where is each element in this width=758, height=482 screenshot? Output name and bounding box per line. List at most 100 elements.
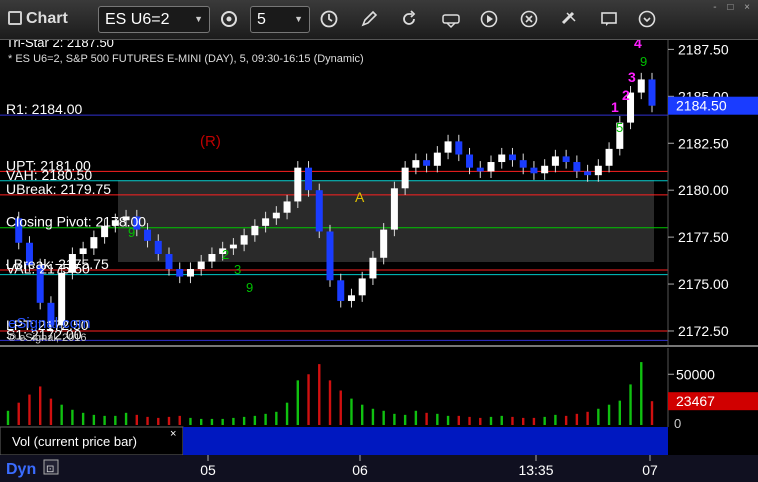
volume-bar [242, 416, 246, 425]
candle-body [197, 261, 205, 270]
candle-body [498, 154, 506, 163]
volume-bar [511, 416, 514, 425]
volume-bar [554, 414, 557, 425]
price-tick-label: 2187.50 [678, 41, 729, 57]
study-line: Tri-Star 2: 2187.50 [6, 40, 114, 50]
candle-body [380, 229, 388, 258]
level-label: UBreak: 2179.75 [6, 181, 111, 197]
alert-icon[interactable] [518, 9, 540, 31]
volume-bar [296, 380, 299, 425]
volume-bar [167, 416, 171, 425]
candle-body [476, 167, 484, 172]
candle-body [466, 154, 474, 168]
volume-bar [446, 415, 450, 425]
candle-body [573, 162, 581, 172]
candle-body [90, 237, 98, 249]
volume-bar [629, 384, 632, 425]
candle-body [530, 167, 538, 174]
volume-bar [597, 408, 600, 425]
count-label: 9 [640, 54, 647, 69]
settings-icon[interactable] [218, 9, 240, 31]
window-title[interactable]: Chart [8, 10, 68, 28]
count-label: 5 [616, 120, 623, 135]
volume-ticks: 50000 [668, 366, 715, 382]
level-label: R1: 2184.00 [6, 101, 82, 117]
play-icon[interactable] [478, 9, 500, 31]
candle-body [584, 171, 592, 176]
volume-bar [640, 362, 643, 425]
volume-tick-label: 50000 [676, 366, 715, 382]
time-tick-label: 07 [642, 462, 658, 478]
interval-selector[interactable]: 5 ▼ [250, 6, 310, 33]
price-tick-label: 2182.50 [678, 135, 729, 151]
time-tick-label: 13:35 [518, 462, 553, 478]
chevron-down-icon[interactable]: ▼ [194, 7, 203, 32]
candle-body [358, 278, 366, 296]
volume-bar [500, 415, 503, 425]
candle-body [176, 269, 184, 277]
symbol-selector[interactable]: ES U6=2 ▼ [98, 6, 210, 33]
volume-bar [103, 415, 106, 425]
count-label: 9 [246, 280, 253, 295]
volume-bar [17, 402, 20, 425]
candle-body [444, 141, 452, 153]
volume-legend-bar [183, 427, 668, 455]
candle-body [315, 190, 323, 232]
candle-body [487, 162, 495, 172]
volume-bar [39, 386, 42, 425]
price-tick-label: 2175.00 [678, 276, 729, 292]
window-buttons[interactable]: - □ × [713, 2, 754, 13]
sequence-2: 2 [622, 87, 630, 103]
chart-window: Chart ES U6=2 ▼ 5 ▼ - □ × R1: 2184.00 UP… [0, 0, 758, 482]
candle-body [455, 141, 463, 155]
volume-bar [564, 415, 568, 425]
candle-body [605, 148, 613, 166]
dynamic-mode[interactable]: Dyn [6, 461, 36, 478]
volume-zero-label: 0 [674, 416, 681, 431]
menu-icon[interactable] [636, 9, 658, 31]
clock-icon[interactable] [318, 9, 340, 31]
volume-bar [350, 398, 353, 425]
count-label: 2 [222, 247, 229, 262]
candle-body [326, 231, 334, 281]
level-label: Closing Pivot: 2178.00 [6, 214, 146, 230]
volume-bar [28, 394, 31, 425]
candle-body [337, 280, 345, 301]
volume-bar [586, 411, 589, 425]
link-icon[interactable] [558, 9, 580, 31]
volume-bar [189, 417, 192, 425]
get-data-icon[interactable] [440, 9, 462, 31]
candle-body [144, 229, 152, 241]
chart-description: * ES U6=2, S&P 500 FUTURES E-MINI (DAY),… [8, 53, 364, 65]
watermark: eSignal.com [8, 315, 91, 332]
price-tick-label: 2180.00 [678, 182, 729, 198]
refresh-icon[interactable] [398, 9, 420, 31]
candle-body [412, 160, 420, 168]
candle-body [433, 152, 441, 166]
volume-axis [668, 348, 758, 427]
volume-bar [607, 404, 611, 425]
chevron-down-icon[interactable]: ▼ [294, 7, 303, 32]
r-marker: (R) [200, 133, 221, 150]
volume-bar [157, 417, 160, 425]
candle-body [562, 156, 570, 163]
count-label: 3 [234, 262, 241, 277]
symbol-value: ES U6=2 [105, 11, 170, 28]
volume-bar [393, 413, 396, 425]
price-tick-label: 2172.50 [678, 323, 729, 339]
volume-panel [0, 348, 668, 427]
close-icon[interactable]: × [170, 428, 176, 440]
volume-bar [275, 411, 278, 425]
volume-bar [532, 417, 536, 425]
volume-bar [232, 417, 235, 425]
comment-icon[interactable] [598, 9, 620, 31]
volume-bar [339, 390, 342, 425]
candle-body [294, 167, 302, 202]
volume-bar [575, 413, 579, 425]
lock-icon-glyph: ⊡ [46, 464, 54, 475]
pencil-icon[interactable] [358, 9, 380, 31]
volume-bar [468, 416, 471, 425]
volume-bar [414, 410, 418, 425]
volume-bar [328, 380, 332, 425]
volume-bar [457, 415, 460, 425]
